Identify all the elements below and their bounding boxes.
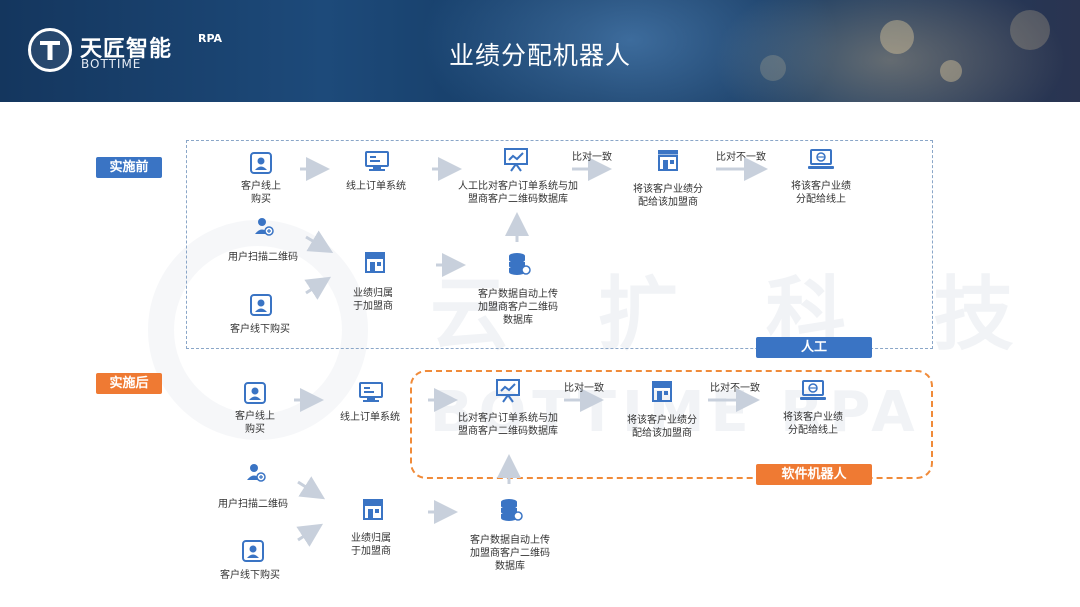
node-compare: 比对客户订单系统与加 盟商客户二维码数据库 [458,413,558,437]
customer-icon [250,294,272,320]
monitor-icon [359,381,383,407]
edge-label-match: 比对一致 [564,383,604,394]
node-auto-upload: 客户数据自动上传 加盟商客户二维码 数据库 [470,535,550,572]
user-scan-icon [254,216,274,240]
node-scan-qr: 用户扫描二维码 [228,252,298,263]
arrow [304,276,332,300]
monitor-icon [365,150,389,176]
database-icon [499,498,523,526]
node-perf-belong: 业绩归属 于加盟商 [351,533,391,557]
node-manual-compare: 人工比对客户订单系统与加 盟商客户二维码数据库 [458,181,578,205]
customer-icon [244,382,266,408]
node-online-order: 线上订单系统 [340,412,400,423]
user-scan-icon [246,462,266,486]
arrow [305,230,334,254]
node-auto-upload: 客户数据自动上传 加盟商客户二维码 数据库 [478,289,558,326]
store-icon [363,251,387,277]
arrow [296,523,324,547]
arrow [297,476,326,500]
laptop-globe-icon [808,149,834,175]
node-assign-franchise: 将该客户业绩分 配给该加盟商 [627,415,697,439]
store-icon [656,149,680,175]
node-scan-qr: 用户扫描二维码 [218,499,288,510]
laptop-globe-icon [800,380,826,406]
node-online-buy: 客户线上 购买 [241,181,281,205]
customer-icon [242,540,264,566]
store-icon [361,498,385,524]
edge-label-mismatch: 比对不一致 [716,152,766,163]
node-perf-belong: 业绩归属 于加盟商 [353,288,393,312]
edge-label-match: 比对一致 [572,152,612,163]
node-online-order: 线上订单系统 [346,181,406,192]
node-online-buy: 客户线上 购买 [235,411,275,435]
node-assign-franchise: 将该客户业绩分 配给该加盟商 [633,184,703,208]
edge-label-mismatch: 比对不一致 [710,383,760,394]
node-offline-buy: 客户线下购买 [220,570,280,581]
customer-icon [250,152,272,178]
node-assign-online: 将该客户业绩 分配给线上 [791,181,851,205]
store-icon [650,380,674,406]
database-icon [507,252,531,280]
presentation-board-icon [495,378,521,408]
node-assign-online: 将该客户业绩 分配给线上 [783,412,843,436]
node-offline-buy: 客户线下购买 [230,324,290,335]
presentation-board-icon [503,147,529,177]
